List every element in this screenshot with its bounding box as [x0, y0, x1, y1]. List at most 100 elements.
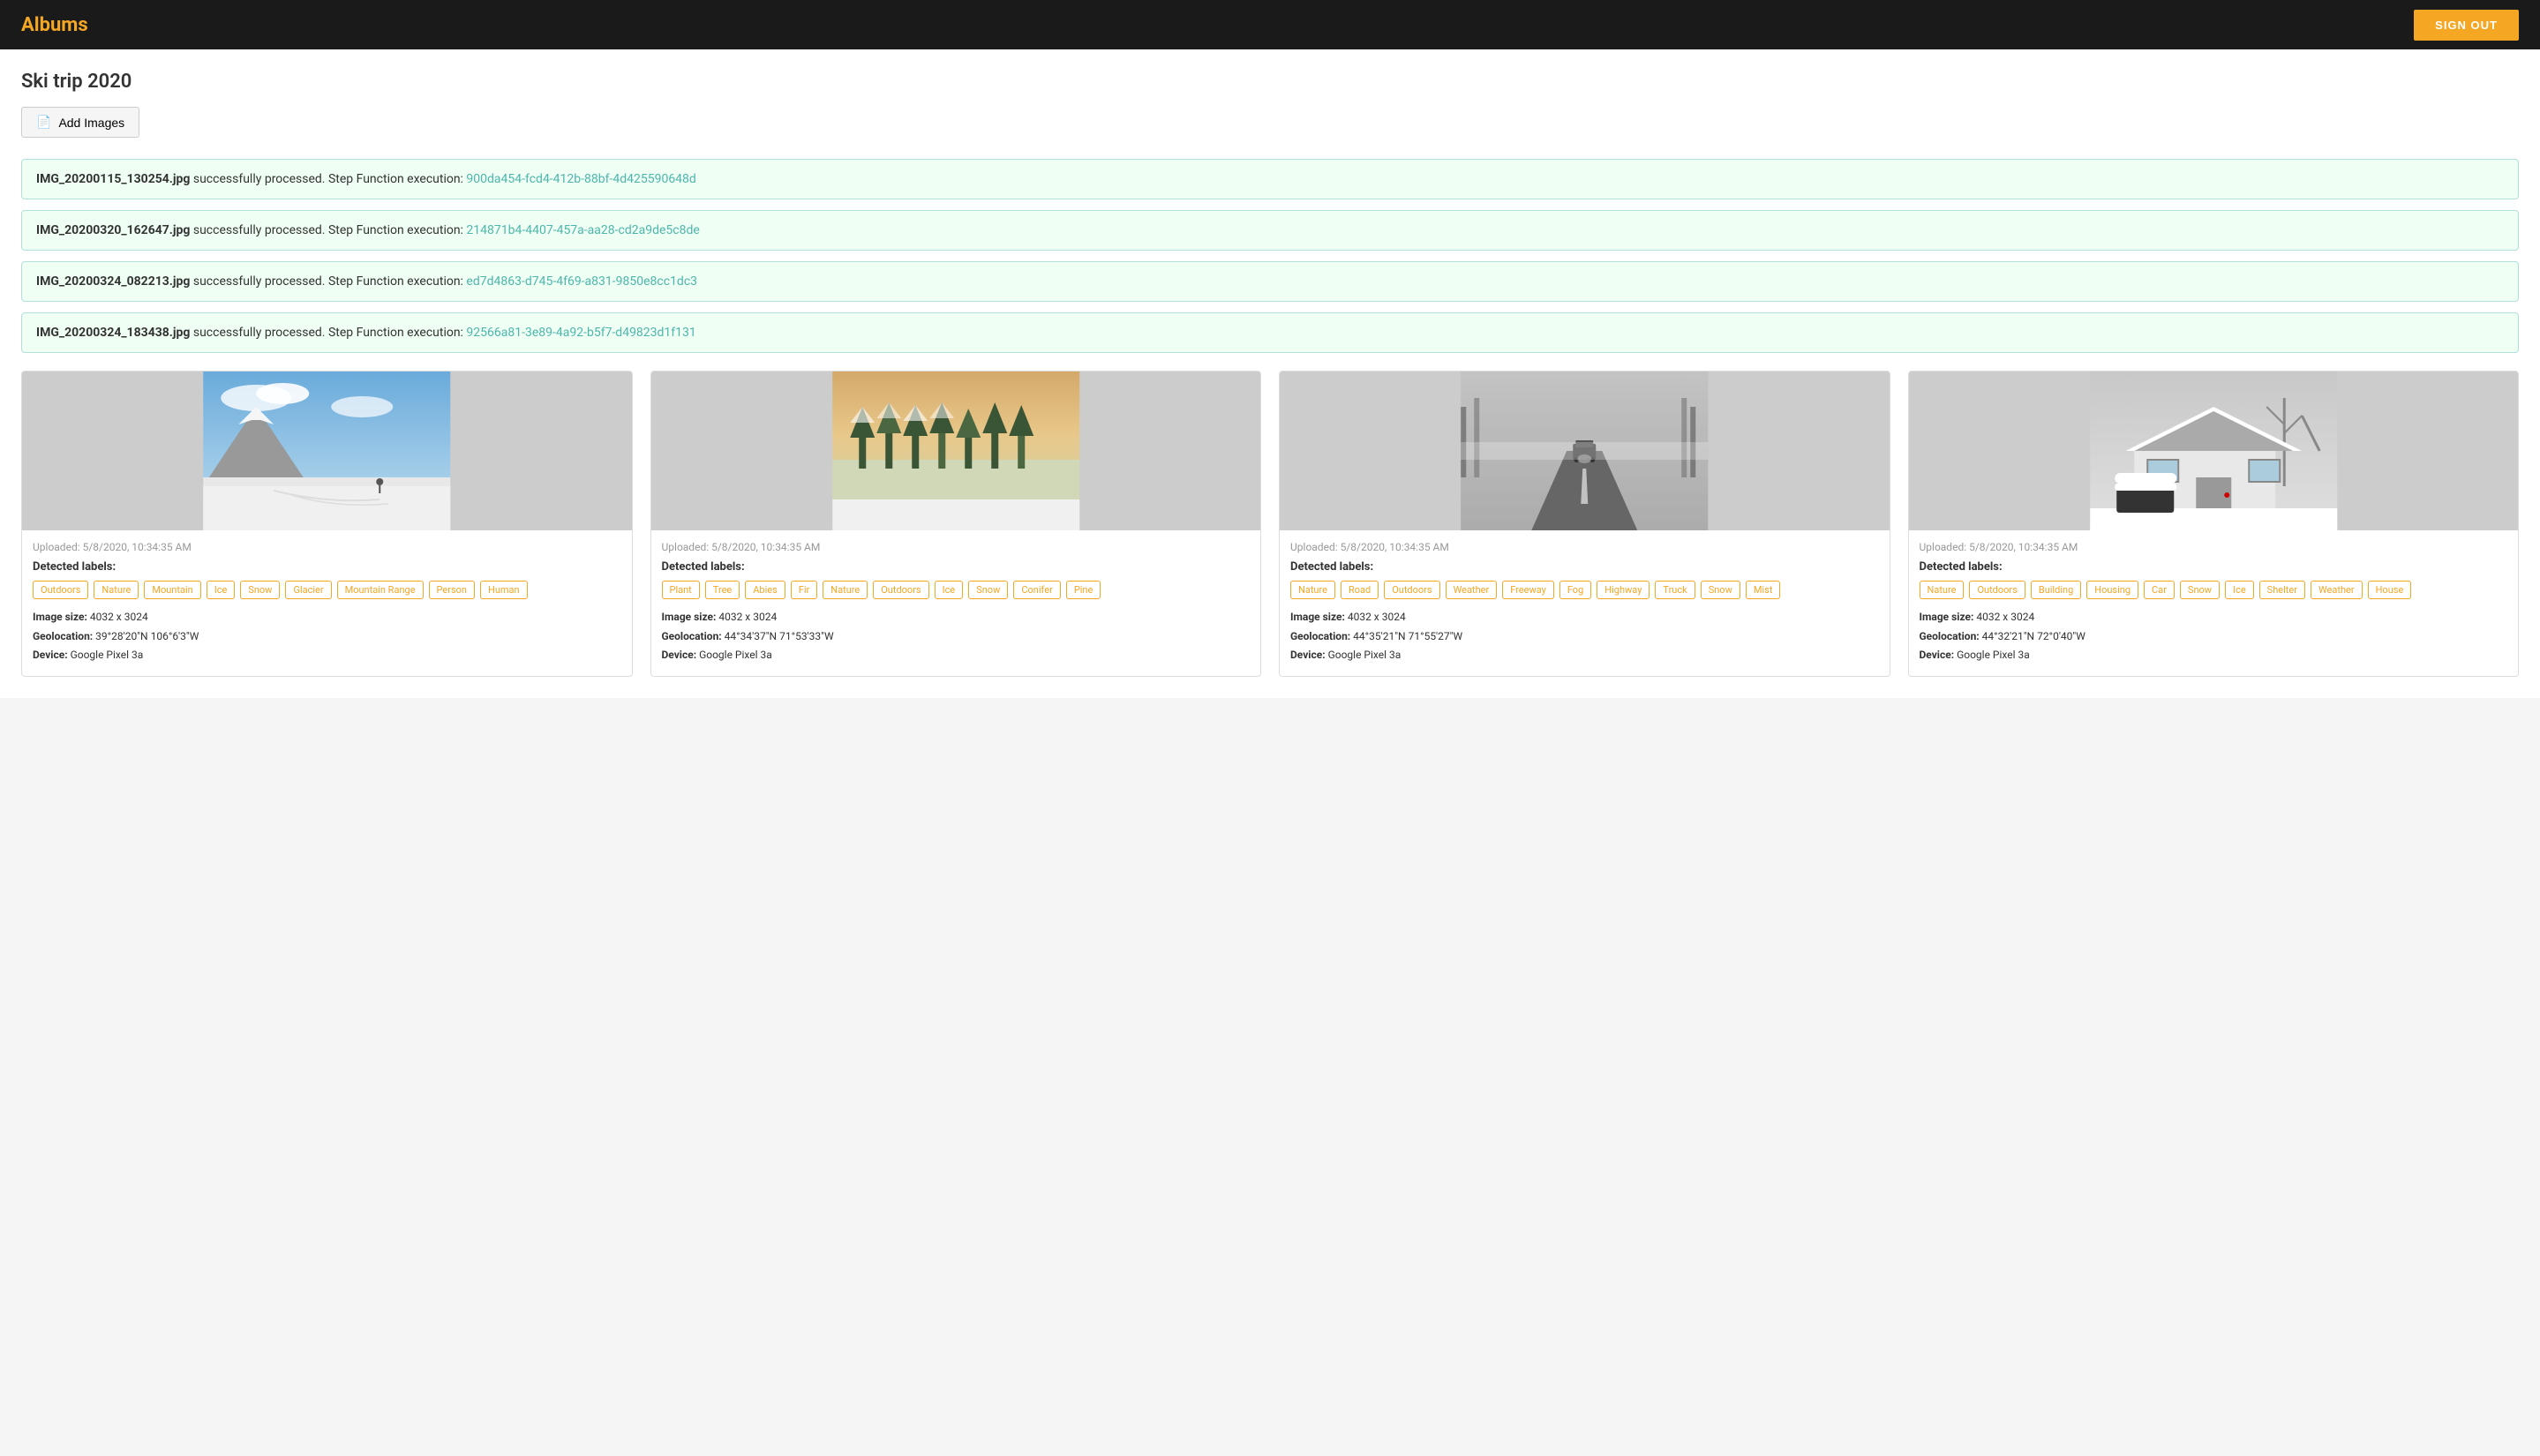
label-tag[interactable]: Person [429, 581, 475, 599]
label-tag[interactable]: Nature [823, 581, 868, 599]
label-tag[interactable]: Ice [207, 581, 236, 599]
image-size: 4032 x 3024 [1976, 611, 2034, 623]
document-icon: 📄 [36, 115, 51, 130]
label-tag[interactable]: Pine [1066, 581, 1101, 599]
exec-link[interactable]: 900da454-fcd4-412b-88bf-4d425590648d [466, 172, 695, 186]
notification-filename: IMG_20200324_082213.jpg [36, 274, 190, 289]
label-tag[interactable]: Nature [94, 581, 139, 599]
image-thumbnail-3[interactable] [1909, 372, 2519, 530]
sign-out-button[interactable]: SIGN OUT [2414, 10, 2519, 41]
label-tag[interactable]: Outdoors [1384, 581, 1439, 599]
notification-filename: IMG_20200324_183438.jpg [36, 326, 190, 340]
image-card-2: Uploaded: 5/8/2020, 10:34:35 AM Detected … [1279, 371, 1890, 677]
label-tag[interactable]: Highway [1597, 581, 1649, 599]
label-tag[interactable]: Snow [2180, 581, 2220, 599]
detected-labels-heading-1: Detected labels: [662, 560, 1251, 574]
label-tag[interactable]: Abies [745, 581, 785, 599]
label-tag[interactable]: Nature [1290, 581, 1335, 599]
meta-info-0: Image size: 4032 x 3024 Geolocation: 39°2… [33, 608, 621, 665]
notification-0: IMG_20200115_130254.jpg successfully pro… [21, 159, 2519, 199]
label-tag[interactable]: Conifer [1013, 581, 1060, 599]
geolocation: 44°32'21"N 72°0'40"W [1982, 630, 2085, 642]
detected-labels-heading-0: Detected labels: [33, 560, 621, 574]
image-grid: Uploaded: 5/8/2020, 10:34:35 AM Detected … [21, 371, 2519, 677]
geolocation: 39°28'20"N 106°6'3"W [95, 630, 199, 642]
detected-labels-heading-2: Detected labels: [1290, 560, 1879, 574]
label-tag[interactable]: Shelter [2259, 581, 2305, 599]
label-tag[interactable]: Human [480, 581, 528, 599]
geolocation-label: Geolocation: [662, 630, 722, 642]
image-card-0: Uploaded: 5/8/2020, 10:34:35 AM Detected … [21, 371, 633, 677]
label-tag[interactable]: Housing [2086, 581, 2138, 599]
device: Google Pixel 3a [699, 649, 772, 661]
label-tag[interactable]: Glacier [285, 581, 331, 599]
exec-link[interactable]: 92566a81-3e89-4a92-b5f7-d49823d1f131 [466, 326, 695, 340]
image-thumbnail-0[interactable] [22, 372, 632, 530]
label-tag[interactable]: Outdoors [1969, 581, 2025, 599]
label-tag[interactable]: Car [2144, 581, 2175, 599]
main-content: Ski trip 2020 📄 Add Images IMG_20200115_… [0, 49, 2540, 698]
label-tag[interactable]: Snow [968, 581, 1008, 599]
geolocation: 44°34'37"N 71°53'33"W [725, 630, 834, 642]
geolocation: 44°35'21"N 71°55'27"W [1353, 630, 1462, 642]
notification-status: successfully processed. Step Function ex… [190, 223, 466, 237]
detected-labels-heading-3: Detected labels: [1920, 560, 2508, 574]
label-tag[interactable]: Freeway [1502, 581, 1554, 599]
uploaded-date-0: Uploaded: 5/8/2020, 10:34:35 AM [33, 541, 621, 553]
image-thumbnail-1[interactable] [651, 372, 1261, 530]
meta-info-3: Image size: 4032 x 3024 Geolocation: 44°3… [1920, 608, 2508, 665]
exec-link[interactable]: ed7d4863-d745-4f69-a831-9850e8cc1dc3 [466, 274, 697, 289]
geolocation-label: Geolocation: [1920, 630, 1980, 642]
label-tag[interactable]: Road [1341, 581, 1379, 599]
notification-1: IMG_20200320_162647.jpg successfully pro… [21, 210, 2519, 251]
label-tag[interactable]: Truck [1655, 581, 1695, 599]
label-tag[interactable]: Outdoors [33, 581, 88, 599]
device-label: Device: [33, 649, 68, 661]
label-tag[interactable]: Building [2031, 581, 2081, 599]
label-tag[interactable]: Weather [1446, 581, 1498, 599]
device: Google Pixel 3a [1328, 649, 1402, 661]
notification-filename: IMG_20200320_162647.jpg [36, 223, 190, 237]
geolocation-label: Geolocation: [1290, 630, 1350, 642]
label-tag[interactable]: Mist [1746, 581, 1781, 599]
label-tag[interactable]: Weather [2311, 581, 2363, 599]
image-size-label: Image size: [1920, 611, 1974, 623]
label-tag[interactable]: Fog [1559, 581, 1591, 599]
device-label: Device: [1920, 649, 1955, 661]
label-tag[interactable]: Tree [705, 581, 740, 599]
labels-container-2: Nature Road Outdoors WeatherFreeway Fog Highw… [1290, 581, 1879, 599]
image-size: 4032 x 3024 [718, 611, 777, 623]
image-card-1: Uploaded: 5/8/2020, 10:34:35 AM Detected … [650, 371, 1262, 677]
notification-2: IMG_20200324_082213.jpg successfully pro… [21, 261, 2519, 302]
notification-3: IMG_20200324_183438.jpg successfully pro… [21, 312, 2519, 353]
label-tag[interactable]: Fir [791, 581, 817, 599]
image-size-label: Image size: [1290, 611, 1345, 623]
image-thumbnail-2[interactable] [1280, 372, 1890, 530]
label-tag[interactable]: Mountain [144, 581, 200, 599]
label-tag[interactable]: Ice [935, 581, 964, 599]
label-tag[interactable]: Snow [1701, 581, 1740, 599]
image-size-label: Image size: [33, 611, 87, 623]
add-images-label: Add Images [58, 116, 124, 130]
label-tag[interactable]: Snow [240, 581, 280, 599]
label-tag[interactable]: Plant [662, 581, 700, 599]
add-images-button[interactable]: 📄 Add Images [21, 107, 139, 138]
notification-status: successfully processed. Step Function ex… [190, 172, 466, 186]
label-tag[interactable]: Outdoors [873, 581, 928, 599]
uploaded-date-1: Uploaded: 5/8/2020, 10:34:35 AM [662, 541, 1251, 553]
image-size: 4032 x 3024 [90, 611, 148, 623]
geolocation-label: Geolocation: [33, 630, 93, 642]
label-tag[interactable]: House [2368, 581, 2412, 599]
exec-link[interactable]: 214871b4-4407-457a-aa28-cd2a9de5c8de [466, 223, 699, 237]
label-tag[interactable]: Nature [1920, 581, 1965, 599]
app-title: Albums [21, 14, 88, 36]
uploaded-date-2: Uploaded: 5/8/2020, 10:34:35 AM [1290, 541, 1879, 553]
label-tag[interactable]: Mountain Range [337, 581, 424, 599]
image-size-label: Image size: [662, 611, 717, 623]
labels-container-1: Plant Tree Abies Fir Nature Outdoors IceSnow Co… [662, 581, 1251, 599]
image-size: 4032 x 3024 [1348, 611, 1406, 623]
meta-info-1: Image size: 4032 x 3024 Geolocation: 44°3… [662, 608, 1251, 665]
notification-filename: IMG_20200115_130254.jpg [36, 172, 190, 186]
meta-info-2: Image size: 4032 x 3024 Geolocation: 44°3… [1290, 608, 1879, 665]
label-tag[interactable]: Ice [2225, 581, 2254, 599]
